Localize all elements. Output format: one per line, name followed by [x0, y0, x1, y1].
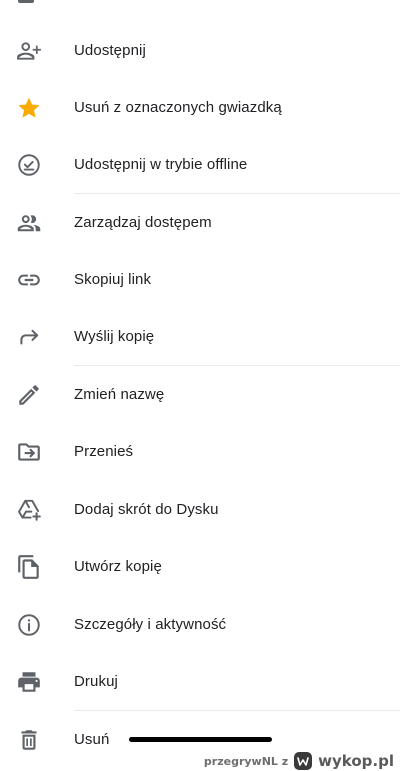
person-add-icon	[16, 38, 42, 64]
folder-move-icon	[16, 439, 42, 465]
pencil-icon	[16, 382, 42, 408]
link-icon	[16, 267, 42, 293]
info-icon	[16, 612, 42, 638]
people-icon	[16, 210, 42, 236]
menu-item-share[interactable]: Udostępnij	[0, 22, 400, 79]
drive-add-shortcut-icon	[16, 497, 42, 523]
trash-icon	[16, 727, 42, 753]
home-indicator	[129, 737, 272, 742]
watermark-user: przegrywNL z	[203, 754, 289, 768]
wykop-logo-icon	[294, 752, 313, 770]
menu-item-send-copy[interactable]: Wyślij kopię	[0, 308, 400, 365]
previous-item-icon-fragment	[18, 0, 34, 3]
star-icon	[16, 95, 42, 121]
menu-item-manage-access[interactable]: Zarządzaj dostępem	[0, 194, 400, 251]
menu-item-label: Dodaj skrót do Dysku	[74, 501, 219, 518]
file-copy-icon	[16, 554, 42, 580]
menu-item-add-shortcut[interactable]: Dodaj skrót do Dysku	[0, 481, 400, 538]
forward-arrow-icon	[16, 324, 42, 350]
menu-item-label: Zmień nazwę	[74, 386, 165, 403]
menu-item-details-activity[interactable]: Szczegóły i aktywność	[0, 596, 400, 653]
menu-item-label: Udostępnij	[74, 42, 146, 59]
menu-item-label: Szczegóły i aktywność	[74, 616, 227, 633]
printer-icon	[16, 669, 42, 695]
offline-check-icon	[16, 152, 42, 178]
menu-item-label: Utwórz kopię	[74, 558, 162, 575]
menu-item-label: Wyślij kopię	[74, 328, 155, 345]
menu-item-label: Usuń	[74, 731, 110, 748]
watermark-site: wykop.pl	[318, 752, 394, 770]
menu-item-copy-link[interactable]: Skopiuj link	[0, 251, 400, 308]
menu-item-make-copy[interactable]: Utwórz kopię	[0, 538, 400, 595]
menu-item-move[interactable]: Przenieś	[0, 423, 400, 480]
menu-item-unstar[interactable]: Usuń z oznaczonych gwiazdką	[0, 79, 400, 136]
menu-item-label: Przenieś	[74, 443, 134, 460]
menu-item-print[interactable]: Drukuj	[0, 653, 400, 710]
menu-item-offline[interactable]: Udostępnij w trybie offline	[0, 136, 400, 193]
menu-item-rename[interactable]: Zmień nazwę	[0, 366, 400, 423]
menu-item-label: Skopiuj link	[74, 271, 152, 288]
menu-item-label: Zarządzaj dostępem	[74, 214, 212, 231]
menu-item-label: Usuń z oznaczonych gwiazdką	[74, 99, 282, 116]
watermark: przegrywNL z wykop.pl	[204, 752, 394, 770]
menu-item-label: Drukuj	[74, 673, 118, 690]
menu-item-label: Udostępnij w trybie offline	[74, 156, 248, 173]
